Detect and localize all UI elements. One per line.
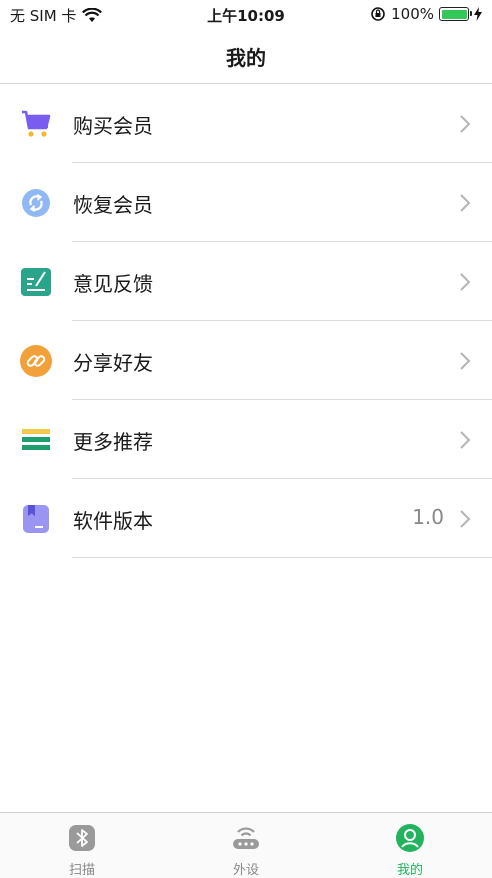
chevron-right-icon	[460, 431, 471, 449]
menu-item-buy-membership[interactable]: 购买会员	[0, 84, 492, 163]
menu-label: 购买会员	[73, 114, 153, 138]
chevron-right-icon	[460, 115, 471, 133]
tab-label: 我的	[396, 863, 423, 878]
menu-label: 恢复会员	[73, 193, 153, 217]
menu-item-feedback[interactable]: 意见反馈	[0, 242, 492, 321]
router-icon	[233, 827, 259, 849]
chevron-right-icon	[460, 352, 471, 370]
charging-bolt-icon	[474, 7, 482, 21]
more-recommend-icon	[20, 424, 52, 456]
status-right: 100%	[370, 5, 482, 23]
version-value: 1.0	[412, 505, 444, 529]
chevron-right-icon	[460, 273, 471, 291]
menu-item-share-friends[interactable]: 分享好友	[0, 321, 492, 400]
tab-bar: 扫描 外设 我的	[0, 812, 492, 878]
version-icon	[20, 503, 52, 535]
menu-item-more-recommendations[interactable]: 更多推荐	[0, 400, 492, 479]
battery-icon	[439, 7, 472, 21]
share-link-icon	[20, 345, 52, 377]
profile-icon	[396, 824, 424, 852]
menu-label: 更多推荐	[73, 430, 153, 454]
battery-percent: 100%	[391, 5, 434, 23]
restore-icon	[20, 187, 52, 219]
navigation-bar: 我的	[0, 30, 492, 84]
bluetooth-icon	[69, 825, 95, 851]
page-title: 我的	[226, 46, 266, 70]
cart-icon	[20, 108, 52, 140]
tab-label: 扫描	[68, 863, 95, 878]
status-bar: 无 SIM 卡 上午10:09 100%	[0, 0, 492, 30]
tab-label: 外设	[232, 863, 259, 878]
chevron-right-icon	[460, 510, 471, 528]
feedback-icon	[20, 266, 52, 298]
menu-label: 分享好友	[73, 351, 153, 375]
menu-label: 意见反馈	[73, 272, 153, 296]
menu-item-restore-membership[interactable]: 恢复会员	[0, 163, 492, 242]
tab-mine[interactable]: 我的	[328, 813, 492, 878]
orientation-lock-icon	[371, 7, 385, 21]
tab-peripherals[interactable]: 外设	[164, 813, 328, 878]
chevron-right-icon	[460, 194, 471, 212]
menu-label: 软件版本	[73, 509, 153, 533]
settings-menu: 购买会员 恢复会员 意见反馈 分享好友 更多推荐 软件版本 1.0	[0, 84, 492, 558]
tab-scan[interactable]: 扫描	[0, 813, 164, 878]
menu-item-software-version[interactable]: 软件版本 1.0	[0, 479, 492, 558]
